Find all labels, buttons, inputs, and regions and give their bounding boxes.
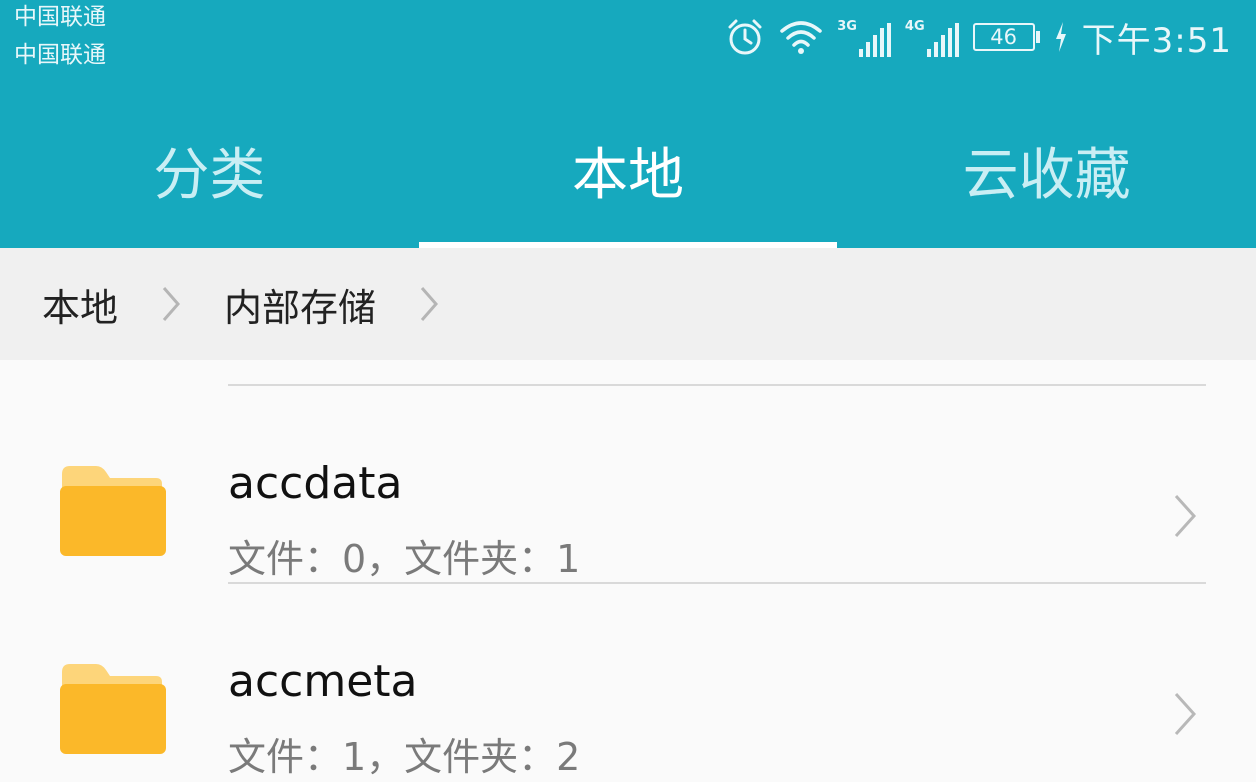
signal-4g: 4G — [905, 17, 959, 57]
folder-icon — [60, 664, 166, 754]
signal-icon — [858, 23, 891, 57]
chevron-right-icon — [420, 287, 439, 321]
tab-label: 云收藏 — [962, 143, 1131, 208]
status-icons: 3G 4G 46 下午3:51 — [725, 12, 1232, 62]
chevron-right-icon — [1174, 494, 1197, 538]
breadcrumb-local[interactable]: 本地 — [42, 277, 118, 332]
tab-local[interactable]: 本地 — [418, 110, 838, 248]
file-info: 文件：1，文件夹：2 — [228, 735, 581, 779]
network-type-label: 3G — [837, 19, 857, 34]
tab-cloud-favorites[interactable]: 云收藏 — [837, 110, 1256, 248]
file-name: accdata — [228, 458, 403, 509]
top-bar: 中国联通 中国联通 3G 4G 46 下午3:51 分类 本地 云收藏 — [0, 0, 1256, 248]
list-item[interactable]: accmeta 文件：1，文件夹：2 — [0, 584, 1256, 782]
breadcrumb: 本地 内部存储 — [0, 248, 1256, 360]
signal-3g: 3G — [837, 17, 891, 57]
charging-icon — [1055, 22, 1066, 52]
carrier-label-2: 中国联通 — [14, 42, 106, 68]
list-item[interactable]: accdata 文件：0，文件夹：1 — [0, 386, 1256, 584]
signal-icon — [926, 23, 959, 57]
battery-tip — [1035, 31, 1040, 43]
carrier-label-1: 中国联通 — [14, 4, 106, 30]
tab-bar: 分类 本地 云收藏 — [0, 110, 1256, 248]
status-time: 下午3:51 — [1081, 20, 1232, 61]
breadcrumb-internal-storage[interactable]: 内部存储 — [224, 277, 376, 332]
chevron-right-icon — [162, 287, 181, 321]
tab-label: 分类 — [153, 143, 266, 208]
network-type-label: 4G — [904, 19, 925, 34]
folder-icon — [60, 466, 166, 556]
battery-level: 46 — [972, 23, 1035, 51]
file-info: 文件：0，文件夹：1 — [228, 537, 581, 581]
wifi-icon — [780, 21, 822, 54]
battery-icon: 46 — [972, 23, 1040, 51]
tab-categories[interactable]: 分类 — [0, 110, 419, 248]
tab-label: 本地 — [572, 143, 684, 208]
chevron-right-icon — [1174, 692, 1197, 736]
alarm-icon — [728, 19, 762, 55]
file-name: accmeta — [228, 656, 418, 707]
